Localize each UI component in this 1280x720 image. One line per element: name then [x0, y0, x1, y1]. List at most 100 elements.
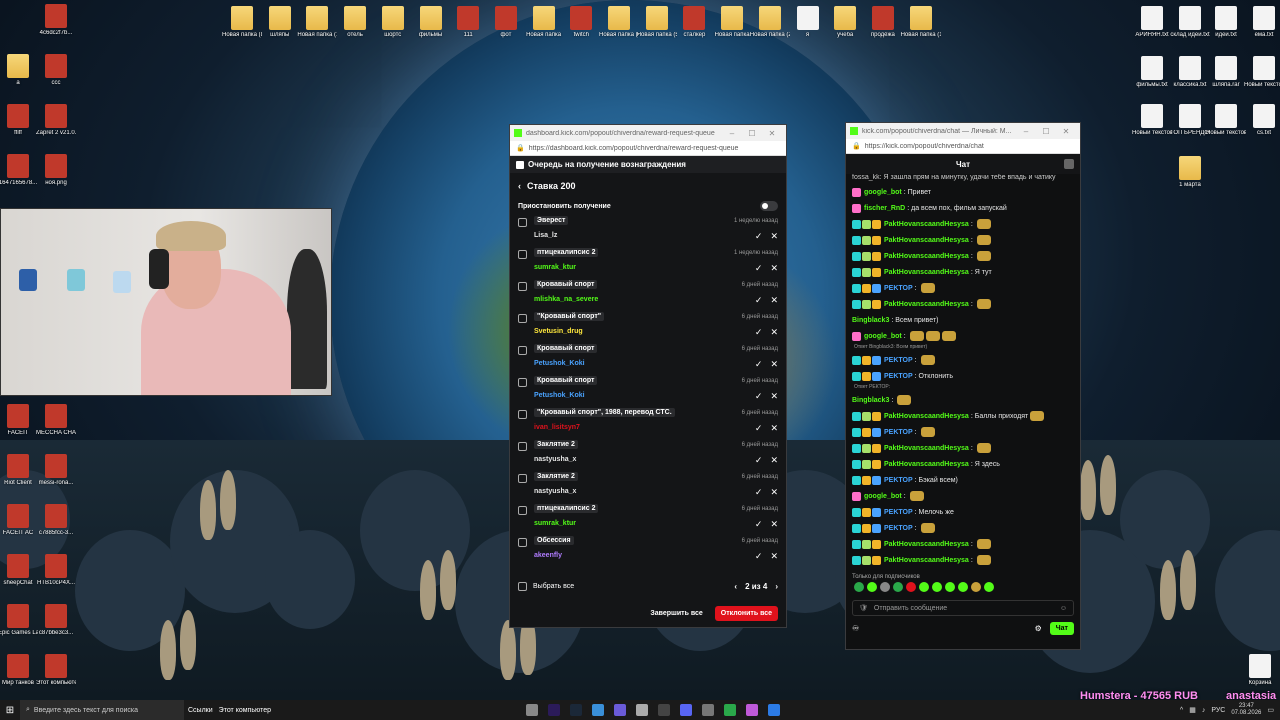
reward-user[interactable]: sumrak_ktur: [534, 264, 576, 271]
chat-username[interactable]: google_bot: [864, 333, 902, 340]
check-icon[interactable]: ✓: [755, 455, 763, 466]
obs-icon[interactable]: [658, 704, 670, 716]
reward-checkbox[interactable]: [518, 506, 527, 515]
app2-icon[interactable]: [746, 704, 758, 716]
taskbar-computer[interactable]: Этот компьютер: [219, 707, 271, 714]
desktop-icon[interactable]: Новая папка: [524, 6, 564, 39]
desktop-icon[interactable]: учеба: [825, 6, 865, 39]
desktop-icon[interactable]: messi-rona...: [36, 454, 76, 487]
desktop-icon[interactable]: ffiff: [0, 104, 38, 137]
maximize-icon[interactable]: ☐: [1036, 127, 1056, 136]
close-icon[interactable]: ✕: [770, 423, 778, 434]
quick-emote-icon[interactable]: [971, 582, 981, 592]
quick-emote-icon[interactable]: [854, 582, 864, 592]
desktop-icon[interactable]: Новая папка (13): [901, 6, 941, 39]
desktop-icon[interactable]: c7885fcc-3...: [36, 504, 76, 537]
desktop-icon[interactable]: Zapret 2 v21.0.0.6: [36, 104, 76, 137]
desktop-icon[interactable]: фильмы: [411, 6, 451, 39]
chat-titlebar[interactable]: kick.com/popout/chiverdna/chat — Личный:…: [846, 123, 1080, 139]
reward-user[interactable]: Lisa_lz: [534, 232, 557, 239]
chat-username[interactable]: PaktHovanscaandHesysa: [884, 445, 969, 452]
chat-username[interactable]: PEKTOP: [884, 525, 913, 532]
chat-username[interactable]: PaktHovanscaandHesysa: [884, 269, 969, 276]
desktop-icon[interactable]: Новый текстов...: [1206, 104, 1246, 137]
chat-username[interactable]: PaktHovanscaandHesysa: [884, 301, 969, 308]
close-icon[interactable]: ✕: [770, 519, 778, 530]
select-all-checkbox[interactable]: [518, 582, 527, 591]
language-indicator[interactable]: РУС: [1211, 707, 1225, 714]
desktop-icon[interactable]: ноя.png: [36, 154, 76, 187]
desktop-icon[interactable]: шляпа.rar: [1206, 56, 1246, 89]
reward-checkbox[interactable]: [518, 250, 527, 259]
reward-checkbox[interactable]: [518, 474, 527, 483]
desktop-icon[interactable]: 1 марта: [1170, 156, 1210, 189]
desktop-icon[interactable]: Корзина: [1240, 654, 1280, 687]
desktop-icon[interactable]: классика.txt: [1170, 56, 1210, 89]
reward-checkbox[interactable]: [518, 378, 527, 387]
discord-icon[interactable]: [680, 704, 692, 716]
desktop-icon[interactable]: Epic Games Launcher: [0, 604, 38, 637]
maximize-icon[interactable]: ☐: [742, 129, 762, 138]
steam-icon[interactable]: [570, 704, 582, 716]
chat-username[interactable]: PaktHovanscaandHesysa: [884, 557, 969, 564]
browser-icon[interactable]: [592, 704, 604, 716]
chat-address-bar[interactable]: 🔒 https://kick.com/popout/chiverdna/chat: [846, 139, 1080, 154]
desktop-icon[interactable]: sheepChat: [0, 554, 38, 587]
desktop-icon[interactable]: 111: [448, 6, 488, 39]
users-icon[interactable]: [1064, 159, 1074, 169]
chat-username[interactable]: PEKTOP: [884, 373, 913, 380]
reward-address-bar[interactable]: 🔒 https://dashboard.kick.com/popout/chiv…: [510, 141, 786, 156]
quick-emote-icon[interactable]: [906, 582, 916, 592]
quick-emote-icon[interactable]: [919, 582, 929, 592]
close-icon[interactable]: ✕: [770, 391, 778, 402]
reward-user[interactable]: Petushok_Koki: [534, 392, 585, 399]
desktop-icon[interactable]: cs.txt: [1244, 104, 1280, 137]
check-icon[interactable]: ✓: [755, 391, 763, 402]
desktop-icon[interactable]: Новая папка (12): [297, 6, 337, 39]
desktop-icon[interactable]: сталкер: [674, 6, 714, 39]
volume-icon[interactable]: ♪: [1202, 707, 1206, 714]
reward-user[interactable]: akeenfly: [534, 552, 562, 559]
network-icon[interactable]: ▦: [1189, 706, 1196, 714]
reward-user[interactable]: sumrak_ktur: [534, 520, 576, 527]
chat-username[interactable]: PEKTOP: [884, 429, 913, 436]
desktop-icon[interactable]: Новая папка (4): [599, 6, 639, 39]
reward-checkbox[interactable]: [518, 538, 527, 547]
reward-checkbox[interactable]: [518, 346, 527, 355]
desktop-icon[interactable]: HTB10cP4X...: [36, 554, 76, 587]
desktop-icon[interactable]: Новая папка (8): [222, 6, 262, 39]
telegram-icon[interactable]: [768, 704, 780, 716]
reward-checkbox[interactable]: [518, 442, 527, 451]
desktop-icon[interactable]: Новый текстов...: [1244, 56, 1280, 89]
desktop-icon[interactable]: ТОП БРЕНДОВ.txt: [1170, 104, 1210, 137]
reward-checkbox[interactable]: [518, 218, 527, 227]
chat-input[interactable]: 🛡 Отправить сообщение ☺: [852, 600, 1074, 616]
check-icon[interactable]: ✓: [755, 519, 763, 530]
chat-username[interactable]: PEKTOP: [884, 285, 913, 292]
close-icon[interactable]: ✕: [770, 551, 778, 562]
quick-emote-icon[interactable]: [984, 582, 994, 592]
gear-icon[interactable]: ⚙: [1035, 624, 1042, 633]
clock[interactable]: 23:47 07.08.2026: [1231, 703, 1261, 717]
quick-emote-icon[interactable]: [893, 582, 903, 592]
settings-icon[interactable]: [636, 704, 648, 716]
desktop-icon[interactable]: a: [0, 54, 38, 87]
app-icon[interactable]: [702, 704, 714, 716]
chevron-up-icon[interactable]: ^: [1180, 707, 1183, 714]
check-icon[interactable]: ✓: [755, 295, 763, 306]
reward-user[interactable]: ivan_lisitsyn7: [534, 424, 580, 431]
reward-user[interactable]: Petushok_Koki: [534, 360, 585, 367]
chat-input-placeholder[interactable]: Отправить сообщение: [874, 605, 1060, 612]
taskbar-links[interactable]: Ссылки: [188, 707, 213, 714]
desktop-icon[interactable]: продёжа: [863, 6, 903, 39]
reward-user[interactable]: Svetusin_drug: [534, 328, 583, 335]
chevron-left-icon[interactable]: ‹: [518, 181, 521, 191]
back-to-reward[interactable]: ‹ Ставка 200: [510, 173, 786, 197]
send-chat-button[interactable]: Чат: [1049, 622, 1074, 635]
close-icon[interactable]: ✕: [770, 327, 778, 338]
reward-url[interactable]: https://dashboard.kick.com/popout/chiver…: [529, 145, 780, 152]
next-page-icon[interactable]: ›: [775, 582, 778, 591]
complete-all-button[interactable]: Завершить все: [644, 606, 708, 621]
desktop-icon[interactable]: ема.txt: [1244, 6, 1280, 39]
close-icon[interactable]: ✕: [770, 295, 778, 306]
